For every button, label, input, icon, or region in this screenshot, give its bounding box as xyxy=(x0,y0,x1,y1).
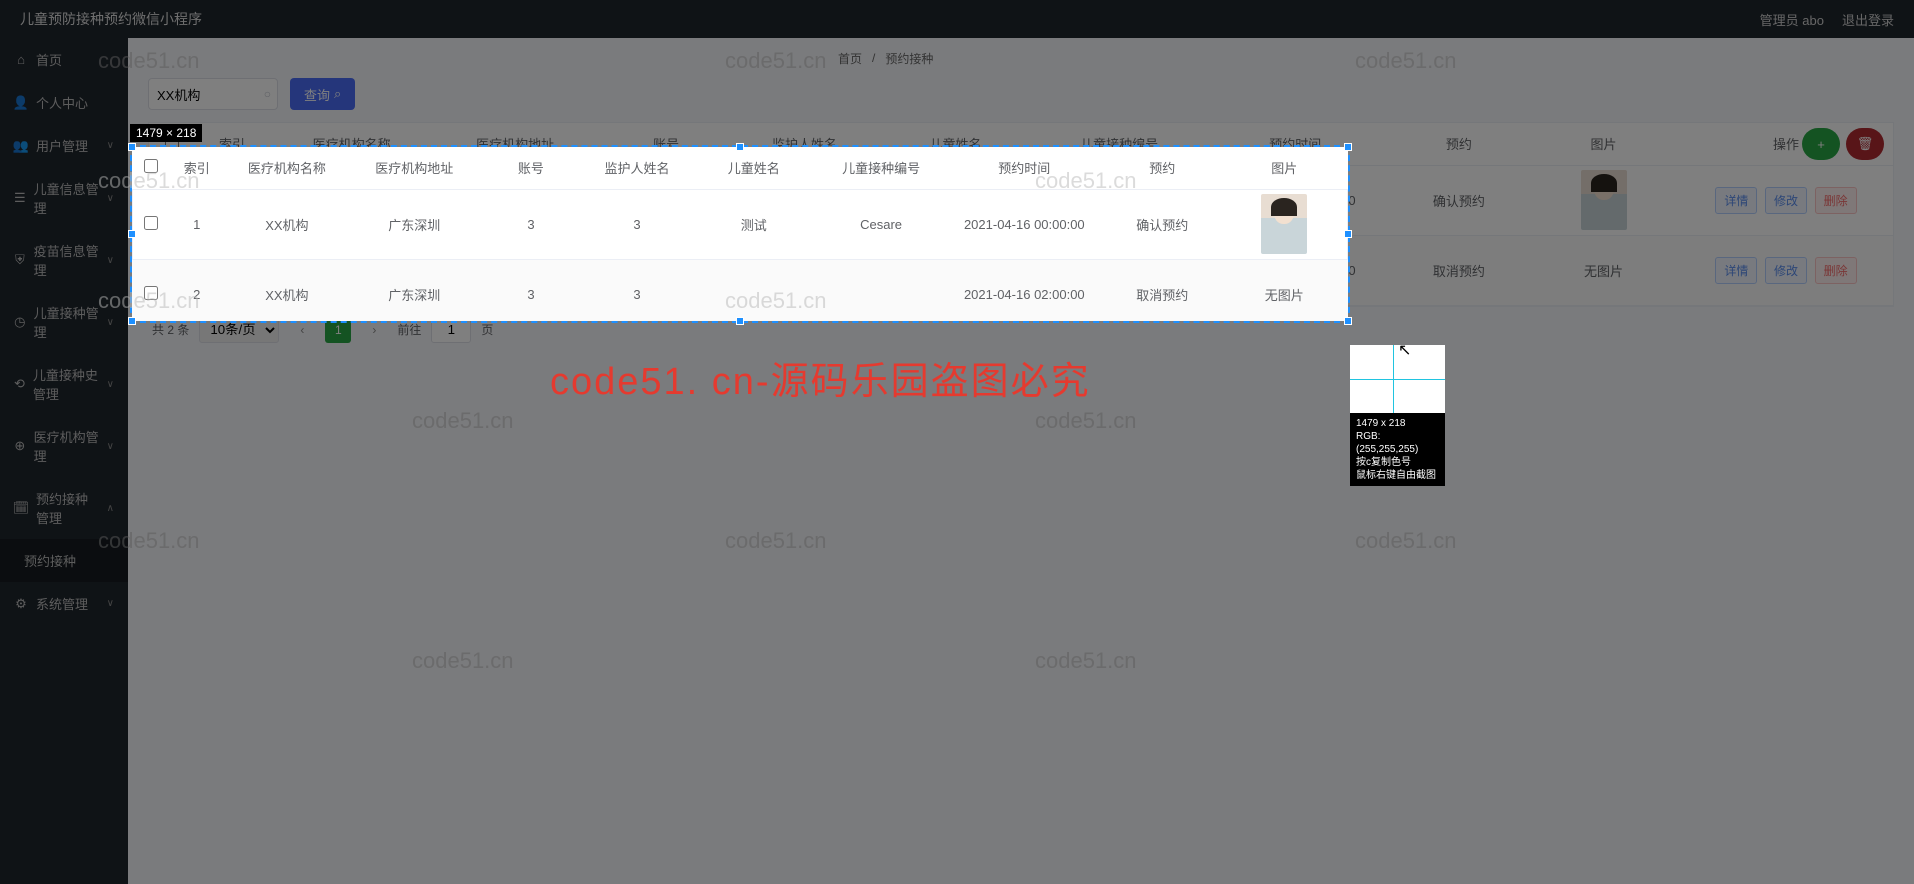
cursor-icon: ↖ xyxy=(1398,340,1411,360)
magnifier-hint2: 鼠标右键自由截图 xyxy=(1356,469,1439,482)
magnifier-dim: 1479 x 218 xyxy=(1356,417,1439,430)
watermark: code51.cn xyxy=(725,288,827,314)
watermark: code51.cn xyxy=(98,288,200,314)
watermark-red: code51. cn-源码乐园盗图必究 xyxy=(550,350,1091,405)
watermark: code51.cn xyxy=(1035,168,1137,194)
magnifier-info: 1479 x 218 RGB:(255,255,255) 按c复制色号 鼠标右键… xyxy=(1350,413,1445,486)
color-picker-magnifier: 1479 x 218 RGB:(255,255,255) 按c复制色号 鼠标右键… xyxy=(1350,345,1445,486)
screenshot-dim-overlay xyxy=(0,0,1914,884)
magnifier-hint1: 按c复制色号 xyxy=(1356,456,1439,469)
selection-size-label: 1479 × 218 xyxy=(130,124,202,142)
watermark: code51.cn xyxy=(98,168,200,194)
magnifier-rgb: RGB:(255,255,255) xyxy=(1356,430,1439,456)
